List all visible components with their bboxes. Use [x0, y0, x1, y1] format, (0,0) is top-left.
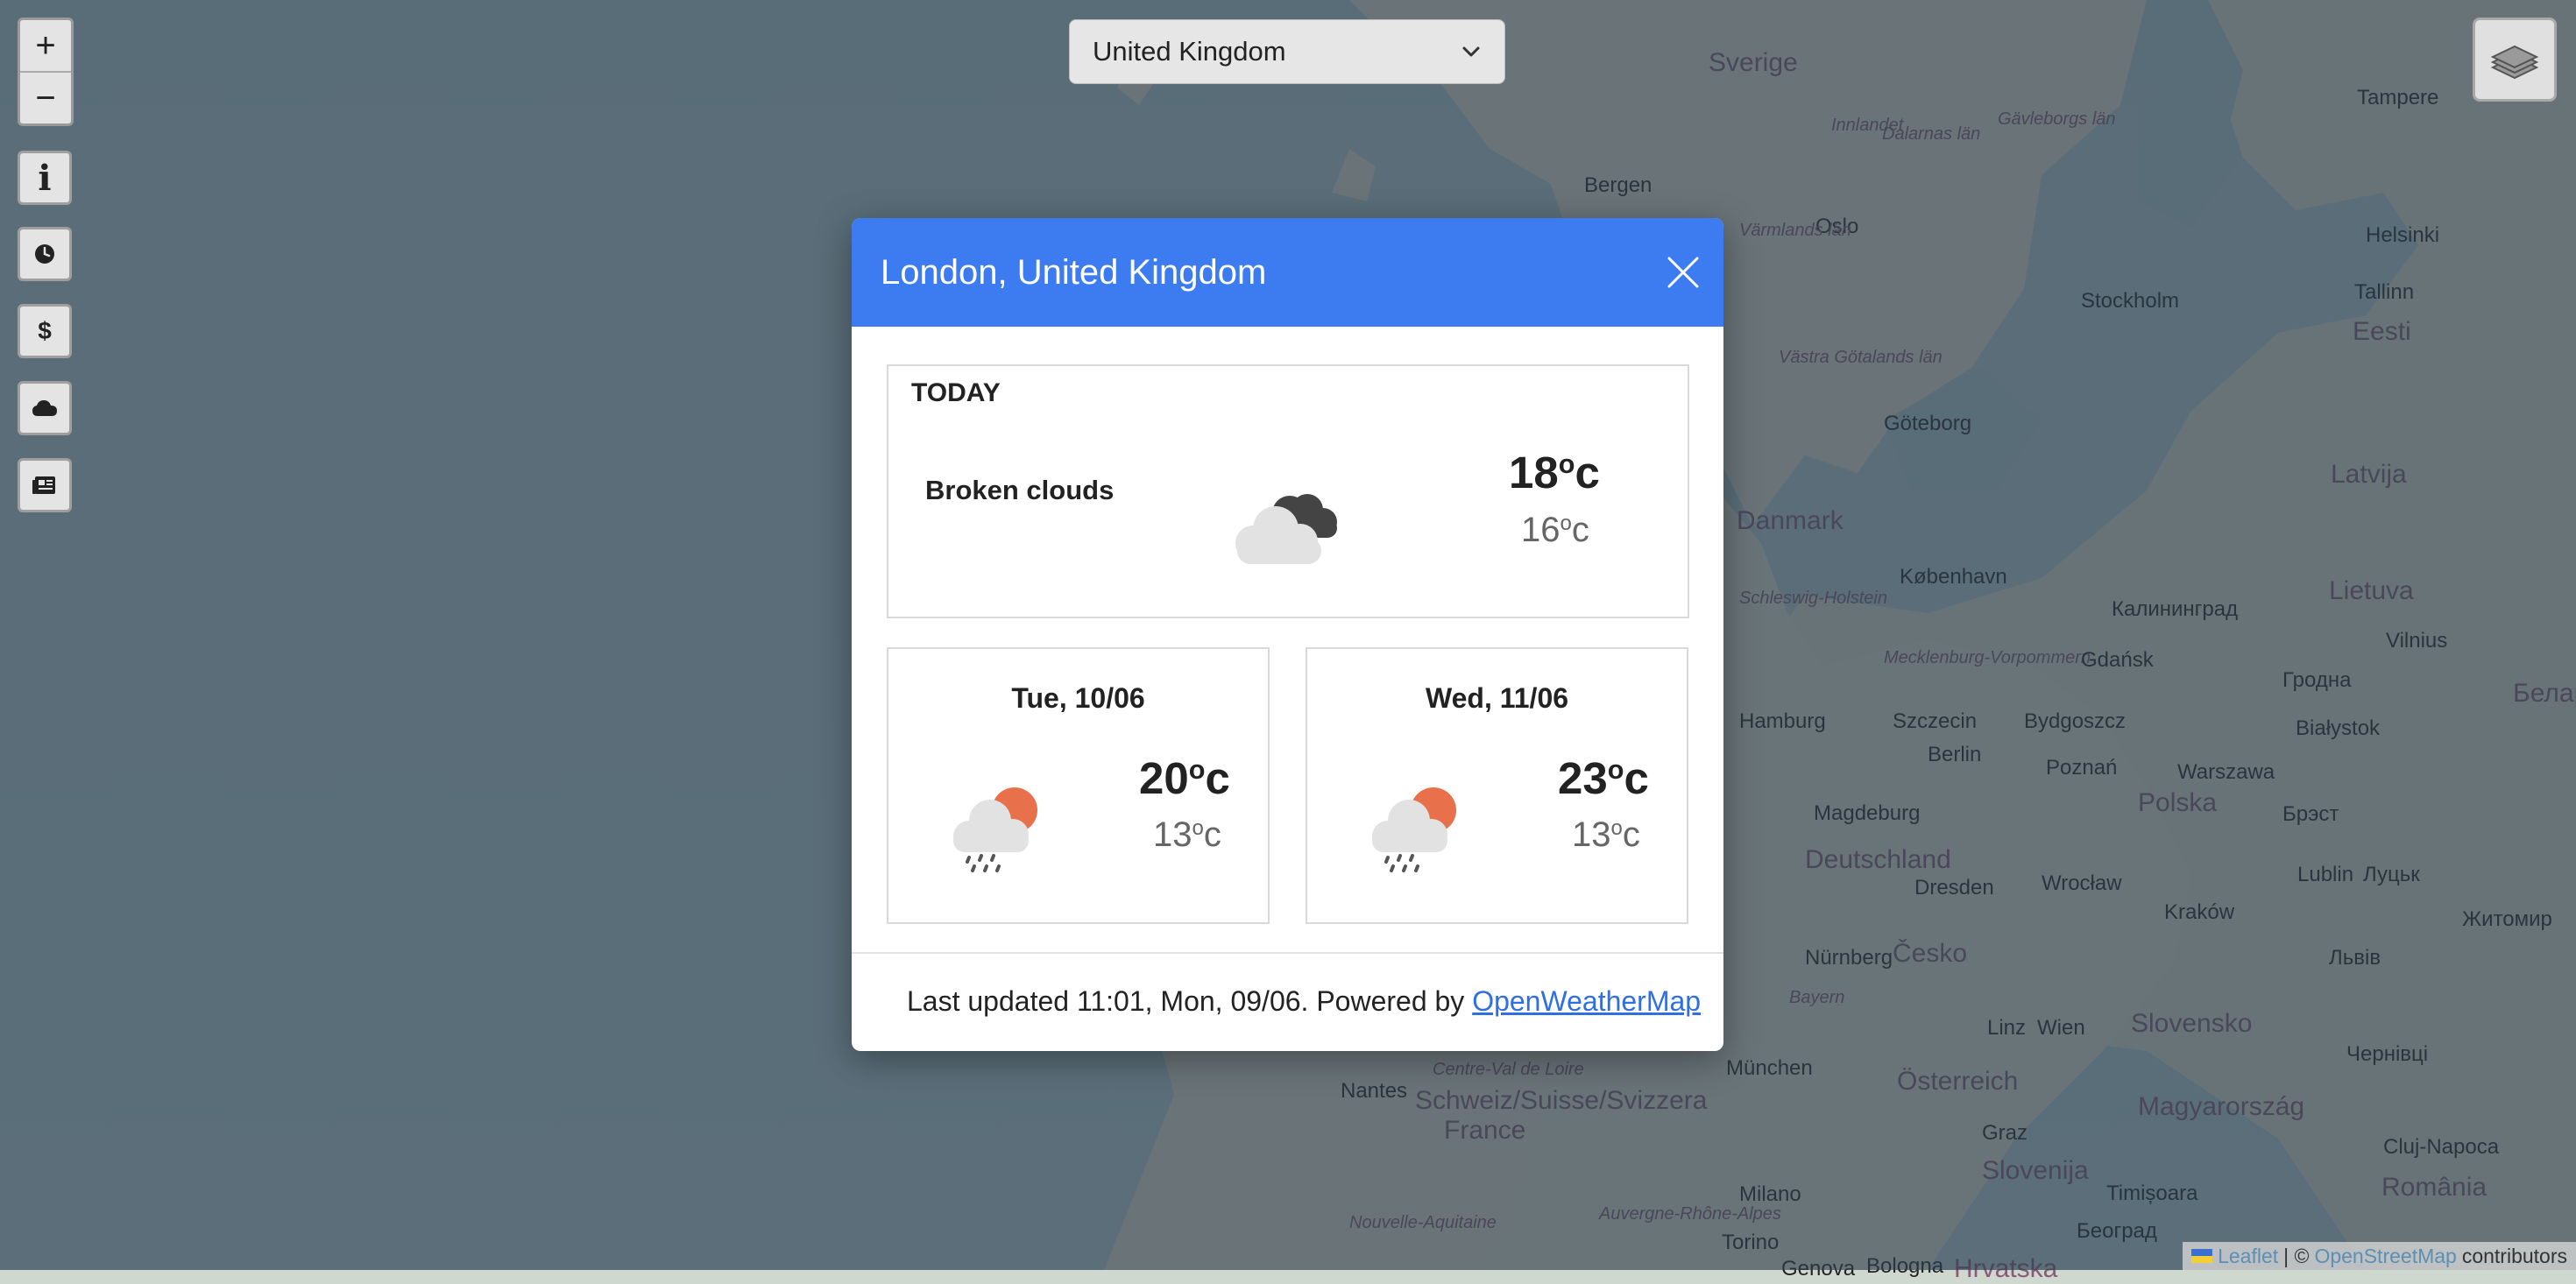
modal-title: London, United Kingdom	[881, 252, 1267, 292]
dollar-icon: $	[38, 317, 52, 344]
forecast-card: Wed, 11/06 23oc 13oc	[1306, 647, 1688, 924]
currency-button[interactable]: $	[18, 304, 72, 358]
forecast-high-temp: 20oc	[1139, 753, 1230, 803]
openweathermap-link[interactable]: OpenWeatherMap	[1472, 985, 1701, 1017]
time-button[interactable]	[18, 227, 72, 281]
zoom-out-button[interactable]: −	[20, 71, 71, 123]
country-select[interactable]: United Kingdom	[1069, 19, 1505, 84]
forecast-low-temp: 13oc	[1153, 815, 1221, 854]
last-updated-text: Last updated 11:01, Mon, 09/06. Powered …	[907, 985, 1702, 1017]
forecast-low-temp: 13oc	[1572, 815, 1640, 854]
light-rain-sun-icon	[953, 787, 1037, 872]
map-attribution: Leaflet | © OpenStreetMap contributors	[2183, 1242, 2576, 1270]
modal-header: London, United Kingdom	[852, 218, 1723, 327]
attribution-separator: | ©	[2283, 1244, 2310, 1267]
layers-button[interactable]	[2473, 18, 2557, 102]
info-button[interactable]: i	[18, 151, 72, 205]
forecast-card: Tue, 10/06 20oc 13oc	[887, 647, 1270, 924]
chevron-down-icon	[1462, 46, 1480, 57]
today-high-temp: 18oc	[1509, 448, 1600, 497]
zoom-control: + −	[18, 18, 74, 126]
cloud-icon	[32, 400, 57, 416]
ukraine-flag-icon	[2191, 1249, 2213, 1263]
today-low-temp: 16oc	[1521, 511, 1589, 549]
attribution-suffix: contributors	[2461, 1244, 2567, 1267]
weather-button[interactable]	[18, 381, 72, 435]
today-card: TODAY Broken clouds 18oc 16oc	[887, 364, 1689, 618]
info-icon: i	[38, 157, 52, 199]
layers-icon	[2490, 45, 2539, 80]
broken-clouds-icon	[1235, 494, 1337, 564]
close-icon[interactable]	[1666, 255, 1701, 290]
modal-footer: Last updated 11:01, Mon, 09/06. Powered …	[852, 952, 1723, 1051]
forecast-high-temp: 23oc	[1558, 753, 1649, 803]
light-rain-sun-icon	[1372, 787, 1456, 872]
forecast-day: Wed, 11/06	[1425, 682, 1569, 714]
news-button[interactable]	[18, 458, 72, 512]
newspaper-icon	[32, 476, 55, 494]
zoom-in-button[interactable]: +	[20, 20, 71, 71]
osm-link[interactable]: OpenStreetMap	[2314, 1245, 2456, 1268]
country-select-value: United Kingdom	[1093, 36, 1286, 67]
today-description: Broken clouds	[925, 475, 1115, 505]
today-heading: TODAY	[911, 378, 1001, 407]
leaflet-link[interactable]: Leaflet	[2218, 1245, 2278, 1268]
forecast-day: Tue, 10/06	[1011, 682, 1145, 714]
clock-icon	[35, 244, 54, 264]
weather-modal: London, United Kingdom TODAY Broken clou…	[852, 218, 1723, 1051]
